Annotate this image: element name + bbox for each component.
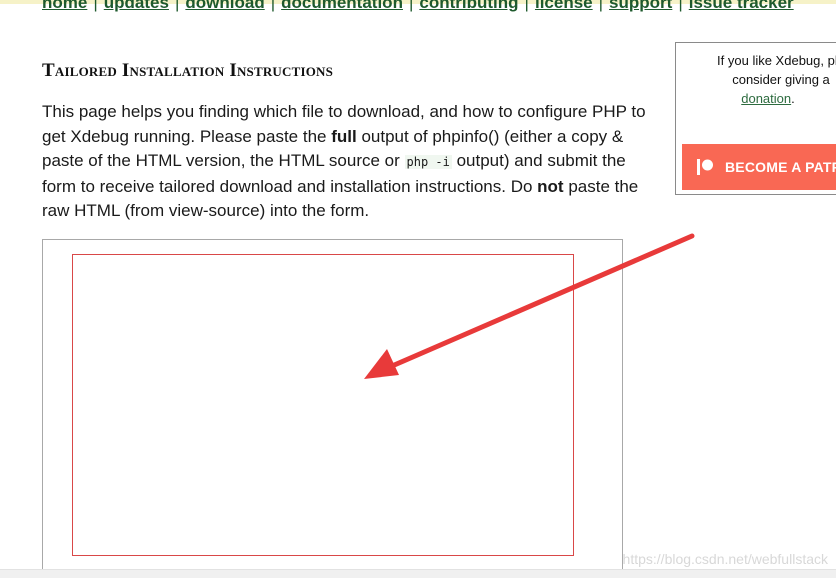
become-a-patron-button[interactable]: BECOME A PATR	[682, 144, 836, 190]
nav-license[interactable]: license	[535, 0, 593, 12]
donation-suffix: .	[791, 91, 795, 106]
nav-separator: |	[270, 0, 276, 12]
donation-link[interactable]: donation	[741, 91, 791, 106]
donation-line-3: donation.	[676, 89, 836, 108]
nav-home[interactable]: home	[42, 0, 87, 12]
nav-updates[interactable]: updates	[104, 0, 169, 12]
donation-sidebar: If you like Xdebug, ple consider giving …	[675, 42, 836, 195]
phpinfo-textarea[interactable]	[72, 254, 574, 556]
intro-code-php-i: php -i	[404, 155, 452, 169]
donation-line-1: If you like Xdebug, ple	[717, 53, 836, 68]
watermark-text: https://blog.csdn.net/webfullstack	[622, 551, 828, 567]
top-nav: home | updates | download | documentation | cont…	[42, 0, 794, 13]
nav-documentation[interactable]: documentation	[281, 0, 403, 12]
intro-bold-full: full	[331, 126, 357, 146]
nav-download[interactable]: download	[185, 0, 264, 12]
bottom-strip	[0, 569, 836, 578]
intro-bold-not: not	[537, 176, 564, 196]
nav-contributing[interactable]: contributing	[419, 0, 518, 12]
nav-separator: |	[524, 0, 529, 12]
nav-separator: |	[598, 0, 604, 12]
nav-issue-tracker[interactable]: issue tracker	[689, 0, 794, 12]
donation-line-2: consider giving a	[732, 72, 830, 87]
patreon-button-label: BECOME A PATR	[725, 159, 836, 175]
intro-paragraph: This page helps you finding which file t…	[42, 100, 662, 224]
nav-separator: |	[408, 0, 414, 12]
page-title: Tailored Installation Instructions	[42, 60, 334, 81]
donation-text: If you like Xdebug, ple consider giving …	[676, 51, 836, 108]
nav-separator: |	[174, 0, 180, 12]
nav-separator: |	[678, 0, 683, 12]
nav-separator: |	[93, 0, 98, 12]
patreon-icon	[697, 159, 713, 175]
page: home | updates | download | documentation | cont…	[0, 0, 836, 578]
nav-support[interactable]: support	[609, 0, 672, 12]
